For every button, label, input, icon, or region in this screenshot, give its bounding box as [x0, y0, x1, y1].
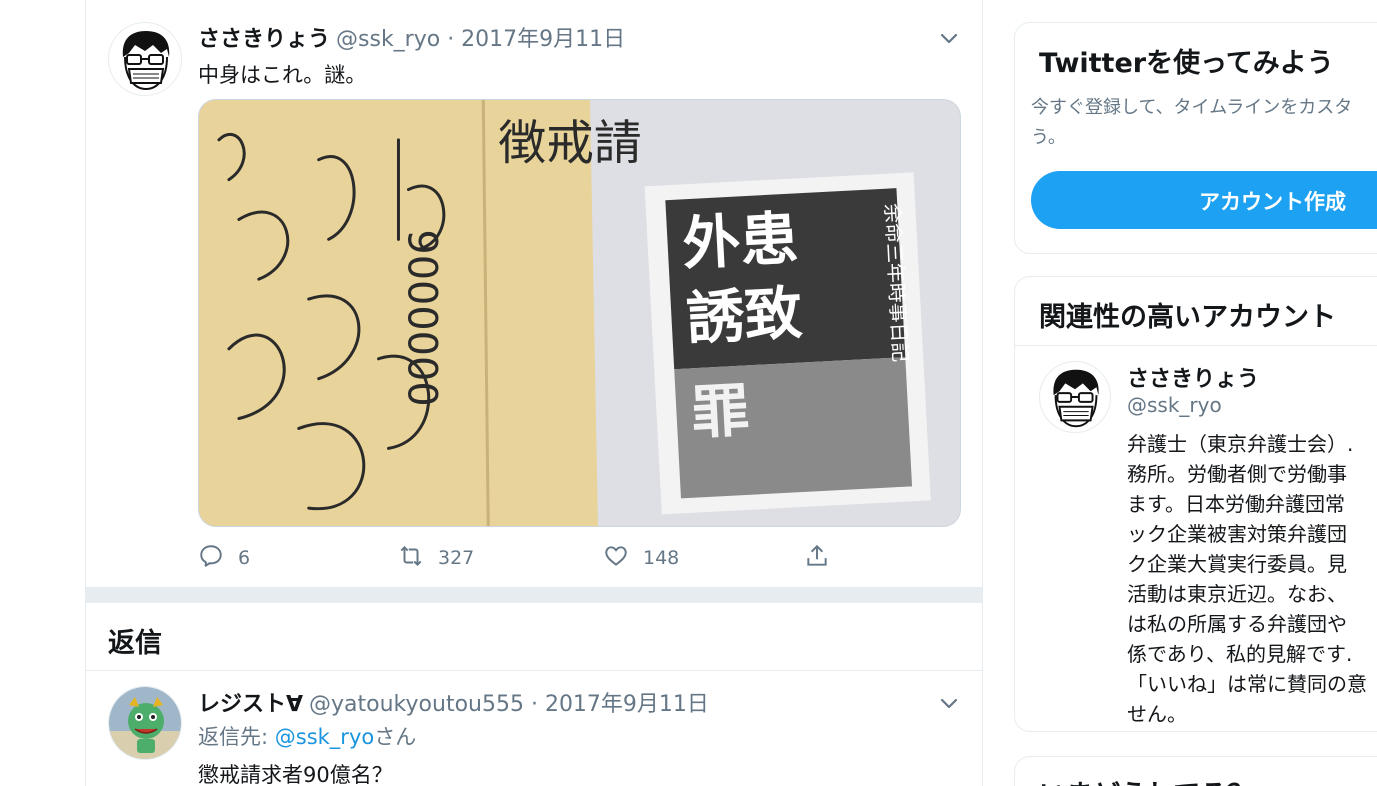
chevron-down-icon[interactable]	[937, 26, 961, 50]
avatar[interactable]	[108, 22, 182, 96]
replies-title: 返信	[108, 628, 162, 659]
reply-count: 6	[238, 547, 251, 569]
share-icon	[804, 543, 844, 574]
signup-desc-line1: 今すぐ登録して、タイムラインをカスタ	[1031, 97, 1353, 118]
reply-icon	[198, 543, 238, 574]
book-title-line2: 誘致	[685, 279, 804, 353]
tweet-photo[interactable]: 徴戒請 9000000 外患 誘致 罪 余命三年時事日記	[198, 99, 961, 527]
main-tweet[interactable]: ささきりょう @ssk_ryo · 2017年9月11日 中身はこれ。謎。 徴戒…	[86, 9, 982, 587]
account-bio: 弁護士（東京弁護士会）. 務所。労働者側で労働事 ます。日本労働弁護団常 ック企…	[1127, 429, 1377, 729]
divider	[1015, 345, 1377, 346]
avatar[interactable]	[108, 686, 182, 760]
related-accounts-card: 関連性の高いアカウント ささきりょう @ssk_ryo 弁護士（東京弁護士会）.…	[1014, 276, 1377, 732]
author-meta[interactable]: @yatoukyoutou555 · 2017年9月11日	[309, 692, 709, 717]
bio-line: 「いいね」は常に賛同の意	[1127, 672, 1367, 696]
envelope-strip2: 9000000	[398, 229, 444, 406]
reply-to-handle[interactable]: @ssk_ryo	[275, 725, 374, 749]
bio-line: は私の所属する弁護団や	[1127, 612, 1347, 636]
book-title-line3: 罪	[690, 376, 751, 447]
tweet-text: 中身はこれ。謎。	[198, 63, 367, 87]
tweet-header: ささきりょう @ssk_ryo · 2017年9月11日	[198, 21, 625, 53]
signup-card: Twitterを使ってみよう 今すぐ登録して、タイムラインをカスタ う。 アカウ…	[1014, 22, 1377, 254]
section-separator	[86, 587, 982, 603]
book-title-line1: 外患	[681, 204, 800, 278]
bio-line: 弁護士（東京弁護士会）.	[1127, 432, 1354, 456]
signup-desc: 今すぐ登録して、タイムラインをカスタ う。	[1031, 93, 1377, 153]
like-button[interactable]: 148	[603, 541, 679, 575]
like-icon	[603, 543, 643, 574]
left-pane	[0, 0, 85, 786]
account-handle[interactable]: @ssk_ryo	[1127, 393, 1222, 417]
retweet-count: 327	[438, 547, 475, 569]
retweet-icon	[398, 543, 438, 574]
author-name[interactable]: レジスト∀	[198, 692, 303, 717]
signup-desc-line2: う。	[1031, 127, 1066, 148]
reply-header: レジスト∀ @yatoukyoutou555 · 2017年9月11日	[198, 686, 709, 718]
timeline: ささきりょう @ssk_ryo · 2017年9月11日 中身はこれ。謎。 徴戒…	[85, 0, 983, 786]
avatar[interactable]	[1039, 361, 1111, 433]
bio-line: 務所。労働者側で労働事	[1127, 462, 1347, 486]
bio-line: 係であり、私的見解です.	[1127, 642, 1353, 666]
retweet-button[interactable]: 327	[398, 541, 474, 575]
reply-tweet[interactable]: レジスト∀ @yatoukyoutou555 · 2017年9月11日 返信先: …	[86, 672, 982, 786]
bio-line: ます。日本労働弁護団常	[1127, 492, 1345, 516]
sidebar: Twitterを使ってみよう 今すぐ登録して、タイムラインをカスタ う。 アカウ…	[1014, 0, 1377, 786]
tweet-actions: 6 327 148	[198, 541, 938, 575]
bio-line: せん。	[1127, 702, 1187, 726]
replies-header: 返信	[86, 603, 982, 671]
account-name[interactable]: ささきりょう	[1127, 361, 1259, 393]
reply-button[interactable]: 6	[198, 541, 250, 575]
like-count: 148	[643, 547, 680, 569]
envelope-strip1: 徴戒請	[498, 117, 642, 172]
bio-line: 活動は東京近辺。なお、	[1127, 582, 1347, 606]
create-account-label: アカウント作成	[1199, 190, 1346, 214]
share-button[interactable]	[804, 541, 844, 575]
chevron-down-icon[interactable]	[937, 691, 961, 715]
trends-title: いまどうしてる？	[1039, 773, 1254, 786]
author-name[interactable]: ささきりょう	[198, 27, 330, 52]
reply-to: 返信先: @ssk_ryoさん	[198, 721, 416, 751]
reply-to-prefix: 返信先:	[198, 725, 275, 749]
trends-card: いまどうしてる？	[1014, 756, 1377, 786]
create-account-button[interactable]: アカウント作成	[1031, 171, 1377, 229]
reply-to-suffix: さん	[374, 725, 417, 749]
signup-title: Twitterを使ってみよう	[1039, 48, 1334, 79]
bio-line: ク企業大賞実行委員。見	[1127, 552, 1347, 576]
author-meta[interactable]: @ssk_ryo · 2017年9月11日	[336, 27, 625, 52]
reply-text: 懲戒請求者90億名？	[198, 763, 393, 786]
bio-line: ック企業被害対策弁護団	[1127, 522, 1347, 546]
related-title: 関連性の高いアカウント	[1039, 302, 1336, 333]
